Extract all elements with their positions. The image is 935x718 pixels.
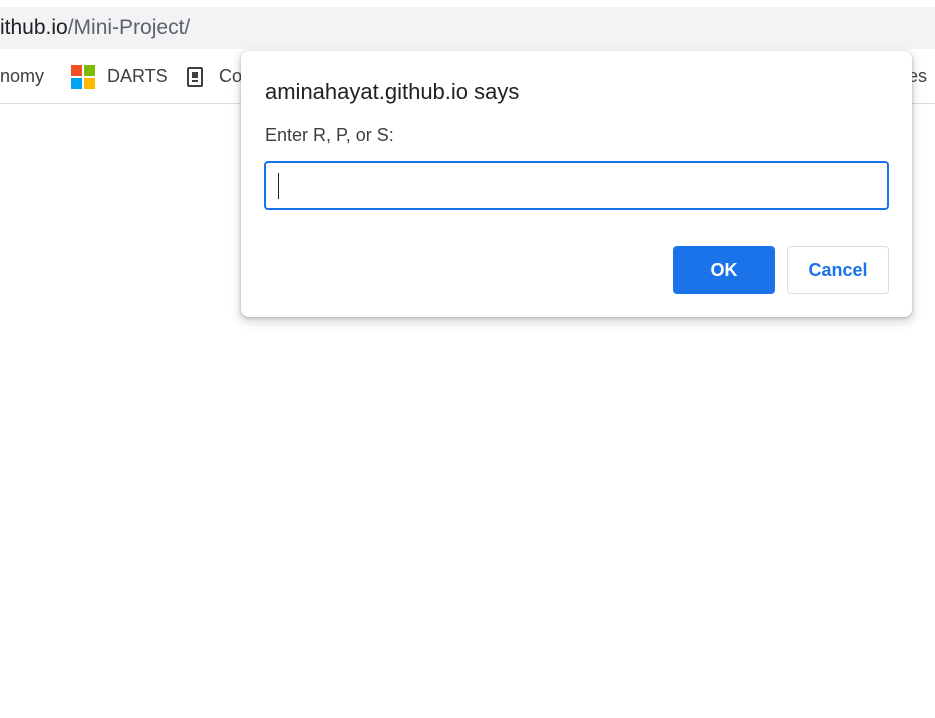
bookmark-item-darts[interactable]: DARTS	[71, 49, 168, 103]
address-path: /Mini-Project/	[67, 16, 191, 39]
dialog-title: aminahayat.github.io says	[265, 79, 520, 104]
bookmark-label: Co	[219, 66, 243, 86]
document-icon	[187, 66, 203, 87]
cancel-button[interactable]: Cancel	[787, 246, 889, 294]
window-top-strip	[0, 0, 935, 7]
address-bar[interactable]: ithub.io/Mini-Project/	[0, 7, 935, 49]
prompt-input[interactable]	[264, 161, 889, 210]
bookmark-label: DARTS	[107, 66, 168, 86]
bookmark-item[interactable]: Co	[187, 49, 243, 103]
dialog-message: Enter R, P, or S:	[265, 125, 394, 145]
bookmark-label: nomy	[0, 66, 45, 86]
text-caret	[278, 173, 279, 199]
bookmark-item[interactable]: nomy	[0, 49, 45, 103]
ok-button[interactable]: OK	[673, 246, 775, 294]
address-host: ithub.io	[0, 16, 68, 39]
prompt-dialog: aminahayat.github.io says Enter R, P, or…	[241, 51, 912, 317]
microsoft-logo-icon	[71, 64, 95, 89]
